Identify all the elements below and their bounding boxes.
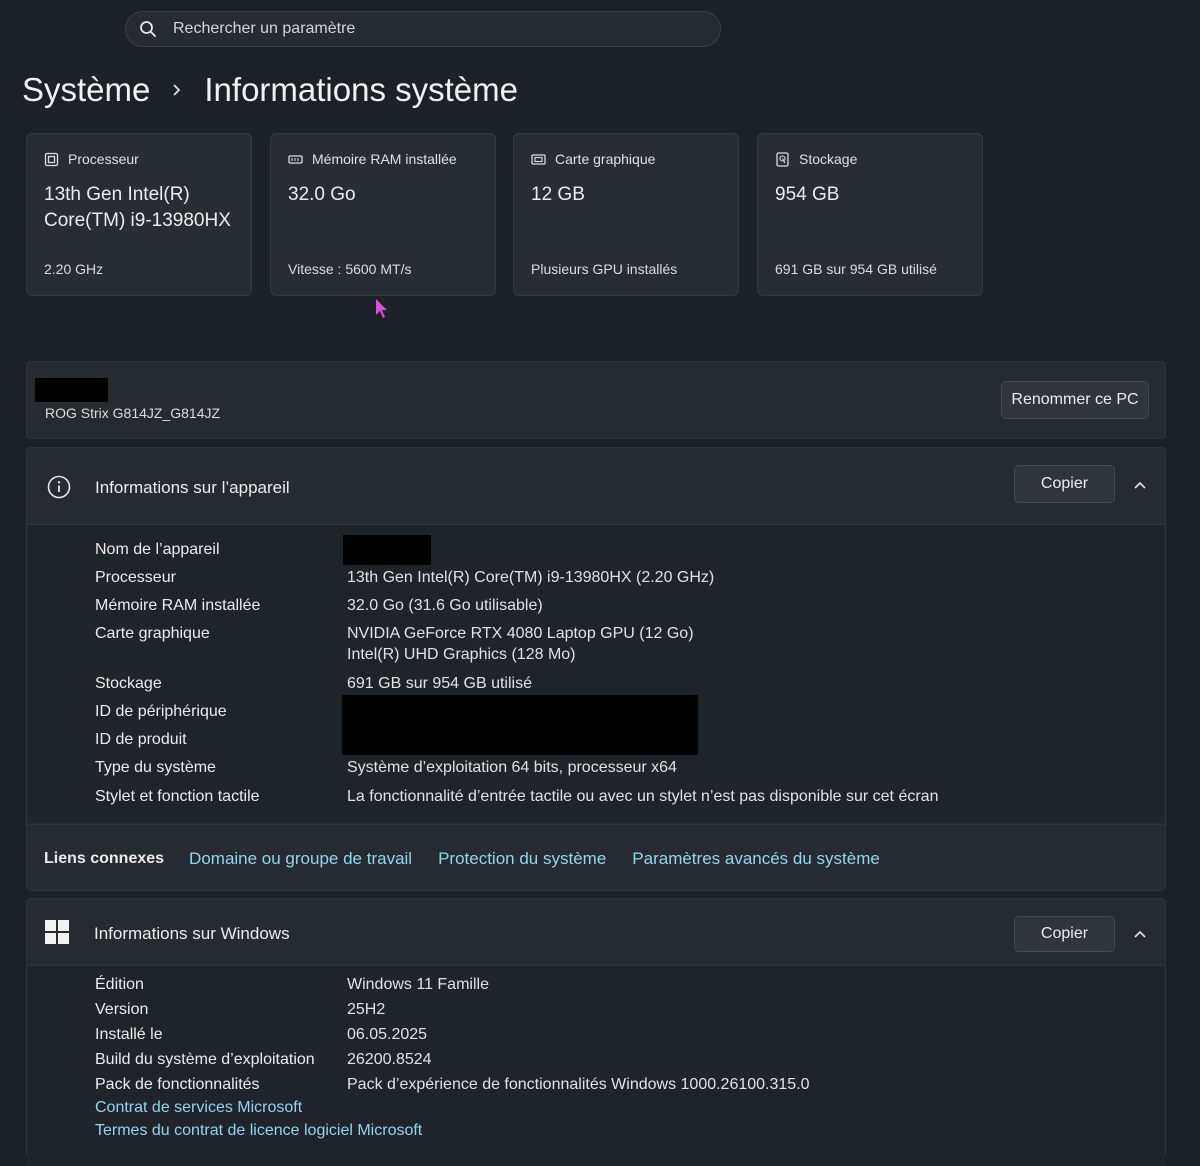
redacted-pc-name xyxy=(35,378,108,402)
row-value: NVIDIA GeForce RTX 4080 Laptop GPU (12 G… xyxy=(347,625,694,642)
row-label: ID de périphérique xyxy=(95,703,227,720)
row-label: ID de produit xyxy=(95,731,187,748)
row-label: Mémoire RAM installée xyxy=(95,597,261,614)
device-row-storage: Stockage 691 GB sur 954 GB utilisé xyxy=(95,675,532,693)
row-label: Pack de fonctionnalités xyxy=(95,1076,260,1093)
device-row-name: Nom de l’appareil xyxy=(95,541,220,559)
processor-card: Processeur 13th Gen Intel(R) Core(TM) i9… xyxy=(26,133,252,296)
device-row-pen-touch: Stylet et fonction tactile La fonctionna… xyxy=(95,788,938,806)
breadcrumb: Système Informations système xyxy=(22,68,518,112)
row-value: 06.05.2025 xyxy=(347,1026,428,1043)
link-microsoft-license-terms[interactable]: Termes du contrat de licence logiciel Mi… xyxy=(95,1122,422,1140)
search-icon xyxy=(140,21,156,37)
windows-row-installed: Installé le 06.05.2025 xyxy=(95,1026,427,1044)
mouse-cursor-icon xyxy=(376,299,387,318)
row-value: 26200.8524 xyxy=(347,1051,432,1068)
windows-row-edition: Édition Windows 11 Famille xyxy=(95,976,489,994)
link-advanced-system-settings[interactable]: Paramètres avancés du système xyxy=(632,849,880,869)
device-row-processor: Processeur 13th Gen Intel(R) Core(TM) i9… xyxy=(95,569,714,587)
redacted-device-name xyxy=(343,535,431,565)
chevron-up-icon[interactable] xyxy=(1133,929,1147,939)
windows-info-panel: Informations sur Windows Copier Édition … xyxy=(26,898,1166,1166)
card-value: 12 GB xyxy=(531,184,585,205)
row-label: Installé le xyxy=(95,1026,163,1043)
row-value: Système d’exploitation 64 bits, processe… xyxy=(347,759,677,776)
device-info-header[interactable]: Informations sur l’appareil Copier xyxy=(27,448,1165,525)
gpu-icon xyxy=(531,153,546,165)
redacted-ids xyxy=(342,695,698,755)
row-value: Pack d’expérience de fonctionnalités Win… xyxy=(347,1076,810,1093)
windows-logo-icon xyxy=(45,920,69,944)
row-label: Processeur xyxy=(95,569,176,586)
device-info-title: Informations sur l’appareil xyxy=(95,478,290,497)
device-info-body: Nom de l’appareil Processeur 13th Gen In… xyxy=(27,525,1165,823)
windows-row-version: Version 25H2 xyxy=(95,1001,385,1019)
card-value: 32.0 Go xyxy=(288,184,356,205)
device-row-product-id: ID de produit xyxy=(95,731,187,749)
storage-icon xyxy=(776,151,789,167)
related-links: Liens connexes Domaine ou groupe de trav… xyxy=(27,824,1165,892)
card-sub: 2.20 GHz xyxy=(44,261,104,277)
link-microsoft-services-agreement[interactable]: Contrat de services Microsoft xyxy=(95,1099,302,1117)
device-row-device-id: ID de périphérique xyxy=(95,703,227,721)
card-sub: Plusieurs GPU installés xyxy=(531,261,678,277)
link-system-protection[interactable]: Protection du système xyxy=(438,849,606,869)
chevron-up-icon[interactable] xyxy=(1133,480,1147,490)
card-title: Processeur xyxy=(68,151,139,167)
windows-row-feature-pack: Pack de fonctionnalités Pack d’expérienc… xyxy=(95,1076,810,1094)
row-label: Version xyxy=(95,1001,149,1018)
search-box[interactable] xyxy=(125,11,721,47)
row-value-2: Intel(R) UHD Graphics (128 Mo) xyxy=(347,646,576,663)
card-sub: 691 GB sur 954 GB utilisé xyxy=(775,261,937,277)
row-value: 32.0 Go (31.6 Go utilisable) xyxy=(347,597,543,614)
row-label: Stylet et fonction tactile xyxy=(95,788,260,805)
card-title: Carte graphique xyxy=(555,151,656,167)
storage-card: Stockage 954 GB 691 GB sur 954 GB utilis… xyxy=(757,133,983,296)
device-row-system-type: Type du système Système d’exploitation 6… xyxy=(95,759,677,777)
windows-info-title: Informations sur Windows xyxy=(94,924,290,943)
copy-windows-info-button[interactable]: Copier xyxy=(1014,916,1115,952)
card-value: 954 GB xyxy=(775,184,840,205)
row-label: Type du système xyxy=(95,759,216,776)
related-links-label: Liens connexes xyxy=(44,849,165,867)
pc-name-panel: ROG Strix G814JZ_G814JZ Renommer ce PC xyxy=(26,361,1166,439)
memory-icon xyxy=(288,154,303,164)
info-icon xyxy=(47,475,71,499)
search-input[interactable] xyxy=(171,19,675,39)
processor-icon xyxy=(44,152,59,166)
card-title: Stockage xyxy=(799,151,858,167)
memory-card: Mémoire RAM installée 32.0 Go Vitesse : … xyxy=(270,133,496,296)
row-value: 13th Gen Intel(R) Core(TM) i9-13980HX (2… xyxy=(347,569,715,586)
card-title: Mémoire RAM installée xyxy=(312,151,457,167)
windows-row-build: Build du système d’exploitation 26200.85… xyxy=(95,1051,432,1069)
row-value: 25H2 xyxy=(347,1001,386,1018)
row-value: 691 GB sur 954 GB utilisé xyxy=(347,675,532,692)
copy-device-info-button[interactable]: Copier xyxy=(1014,465,1115,503)
row-value: Windows 11 Famille xyxy=(347,976,489,993)
breadcrumb-parent[interactable]: Système xyxy=(22,71,150,109)
row-label: Stockage xyxy=(95,675,162,692)
row-label: Nom de l’appareil xyxy=(95,541,220,558)
rename-pc-button[interactable]: Renommer ce PC xyxy=(1001,381,1149,419)
card-value: 13th Gen Intel(R) Core(TM) i9-13980HX xyxy=(44,184,231,231)
device-row-gpu: Carte graphique NVIDIA GeForce RTX 4080 … xyxy=(95,625,694,663)
device-row-ram: Mémoire RAM installée 32.0 Go (31.6 Go u… xyxy=(95,597,543,615)
row-label: Édition xyxy=(95,976,144,993)
windows-info-header[interactable]: Informations sur Windows Copier xyxy=(27,899,1165,966)
page-title: Informations système xyxy=(204,71,518,108)
gpu-card: Carte graphique 12 GB Plusieurs GPU inst… xyxy=(513,133,739,296)
pc-model: ROG Strix G814JZ_G814JZ xyxy=(45,405,221,421)
row-value: La fonctionnalité d’entrée tactile ou av… xyxy=(347,788,939,805)
row-label: Carte graphique xyxy=(95,625,210,642)
card-sub: Vitesse : 5600 MT/s xyxy=(288,261,412,277)
link-domain-workgroup[interactable]: Domaine ou groupe de travail xyxy=(189,849,412,869)
windows-info-body: Édition Windows 11 Famille Version 25H2 … xyxy=(27,966,1165,1166)
row-label: Build du système d’exploitation xyxy=(95,1051,315,1068)
chevron-right-icon xyxy=(173,84,181,96)
device-info-panel: Informations sur l’appareil Copier Nom d… xyxy=(26,447,1166,891)
